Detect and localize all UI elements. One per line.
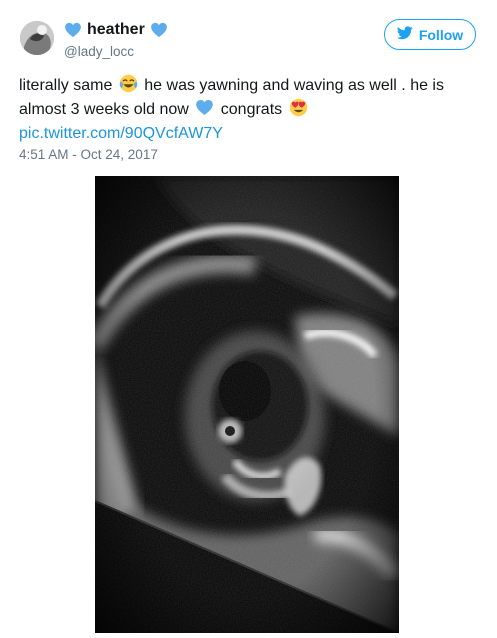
heart-eyes-icon <box>289 98 308 117</box>
twitter-bird-icon <box>396 26 413 43</box>
tweet-text-segment: congrats <box>220 101 283 118</box>
ultrasound-image <box>95 176 399 633</box>
tweet-timestamp[interactable]: 4:51 AM - Oct 24, 2017 <box>19 147 158 162</box>
tweet-text: literally same he was yawning and waving… <box>19 74 479 146</box>
display-name[interactable]: heather <box>87 21 145 39</box>
follow-button-label: Follow <box>418 26 464 43</box>
follow-button[interactable]: Follow <box>384 19 476 50</box>
user-name-row[interactable]: heather <box>64 19 168 41</box>
user-handle[interactable]: @lady_locc <box>64 44 134 59</box>
tweet-text-segment: almost 3 weeks old now <box>19 101 189 118</box>
blue-heart-icon <box>64 21 82 39</box>
face-with-tears-of-joy-icon <box>119 74 138 93</box>
avatar[interactable] <box>20 21 54 55</box>
tweet-media-image[interactable] <box>95 176 399 633</box>
tweet-line-2: almost 3 weeks old now congrats <box>19 98 479 122</box>
tweet-line-1: literally same he was yawning and waving… <box>19 74 479 98</box>
tweet-line-3: pic.twitter.com/90QVcfAW7Y <box>19 122 479 146</box>
blue-heart-icon <box>150 21 168 39</box>
blue-heart-icon <box>195 98 214 117</box>
tweet-text-segment: literally same <box>19 77 113 94</box>
tweet-text-segment: he was yawning and waving as well . he i… <box>144 77 444 94</box>
tweet-media-link[interactable]: pic.twitter.com/90QVcfAW7Y <box>19 125 223 142</box>
